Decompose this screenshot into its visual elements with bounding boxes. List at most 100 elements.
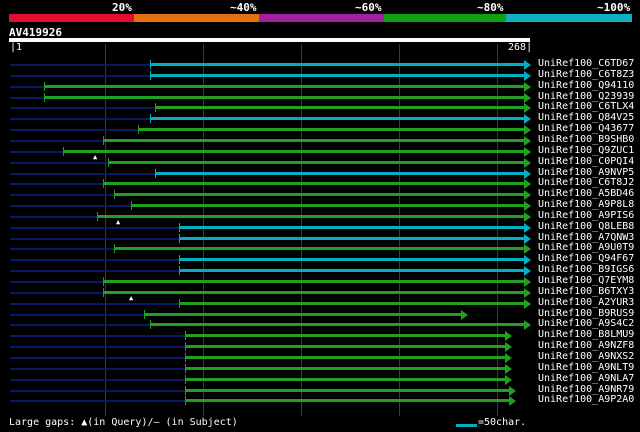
query-gap-marker: ▲ [116, 218, 121, 226]
hit-name[interactable]: UniRef100_C6TLX4 [538, 101, 634, 112]
alignment-start-tick [155, 169, 156, 178]
hit-name[interactable]: UniRef100_B6TXY3 [538, 286, 634, 297]
hit-name[interactable]: UniRef100_B8LMU9 [538, 329, 634, 340]
blast-hit-overview: 20% ~40% ~60% ~80% ~100% AV419926 |1 268| Un… [0, 0, 640, 432]
alignment-segment [185, 378, 506, 381]
alignment-start-tick [44, 93, 45, 102]
alignment-segment [108, 161, 525, 164]
hit-name[interactable]: UniRef100_Q7EYM8 [538, 275, 634, 286]
hit-name[interactable]: UniRef100_Q8LEB8 [538, 221, 634, 232]
alignment-end-arrow [524, 266, 531, 276]
scale-label: 20% [112, 1, 132, 14]
unaligned-segment [10, 162, 108, 164]
alignment-end-arrow [524, 255, 531, 265]
unaligned-segment [10, 227, 179, 229]
hit-name[interactable]: UniRef100_B9IGS6 [538, 264, 634, 275]
alignment-end-arrow [509, 396, 516, 406]
hit-name[interactable]: UniRef100_Q94110 [538, 80, 634, 91]
alignment-end-arrow [524, 179, 531, 189]
alignment-start-tick [114, 244, 115, 253]
alignment-segment [103, 182, 525, 185]
alignment-segment [150, 63, 525, 66]
hit-name[interactable]: UniRef100_C6T8Z3 [538, 69, 634, 80]
scale-label: ~80% [477, 1, 504, 14]
hit-name[interactable]: UniRef100_C6TD67 [538, 58, 634, 69]
alignment-segment [144, 313, 462, 316]
alignment-start-tick [103, 277, 104, 286]
alignment-start-tick [179, 234, 180, 243]
unaligned-segment [10, 292, 103, 294]
hit-name[interactable]: UniRef100_A9S4C2 [538, 318, 634, 329]
scale-segment [506, 14, 632, 22]
hit-name[interactable]: UniRef100_Q43677 [538, 123, 634, 134]
alignment-end-arrow [524, 212, 531, 222]
query-bar [9, 38, 530, 42]
unaligned-segment [10, 238, 179, 240]
alignment-end-arrow [524, 244, 531, 254]
alignment-segment [150, 323, 525, 326]
alignment-segment [185, 334, 506, 337]
unaligned-segment [10, 151, 63, 153]
hit-name[interactable]: UniRef100_B9SHB0 [538, 134, 634, 145]
alignment-segment [138, 128, 525, 131]
alignment-start-tick [185, 342, 186, 351]
hit-name[interactable]: UniRef100_A9U0T9 [538, 242, 634, 253]
hit-name[interactable]: UniRef100_C6T8J2 [538, 177, 634, 188]
alignment-end-arrow [524, 158, 531, 168]
unaligned-segment [10, 216, 97, 218]
hit-name[interactable]: UniRef100_Q9ZUC1 [538, 145, 634, 156]
unaligned-segment [10, 390, 185, 392]
alignment-start-tick [114, 190, 115, 199]
hit-name[interactable]: UniRef100_A5BD46 [538, 188, 634, 199]
hit-name[interactable]: UniRef100_C0PQI4 [538, 156, 634, 167]
alignment-end-arrow [509, 386, 516, 396]
unaligned-segment [10, 357, 185, 359]
alignment-segment [185, 367, 506, 370]
alignment-start-tick [150, 60, 151, 69]
alignment-end-arrow [524, 136, 531, 146]
unaligned-segment [10, 205, 131, 207]
alignment-end-arrow [524, 223, 531, 233]
alignment-end-arrow [524, 147, 531, 157]
hit-name[interactable]: UniRef100_Q94F67 [538, 253, 634, 264]
unaligned-segment [10, 173, 155, 175]
alignment-end-arrow [524, 288, 531, 298]
alignment-segment [131, 204, 525, 207]
unaligned-segment [10, 86, 44, 88]
alignment-segment [114, 247, 525, 250]
gap-legend: Large gaps: ▲(in Query)/– (in Subject) [9, 417, 238, 428]
unaligned-segment [10, 97, 44, 99]
grid-line [203, 44, 204, 416]
unaligned-segment [10, 64, 150, 66]
alignment-start-tick [185, 396, 186, 405]
alignment-start-tick [138, 125, 139, 134]
alignment-start-tick [103, 288, 104, 297]
hit-name[interactable]: UniRef100_A2YUR3 [538, 297, 634, 308]
unaligned-segment [10, 183, 103, 185]
hit-name[interactable]: UniRef100_A9P2A0 [538, 394, 634, 405]
hit-name[interactable]: UniRef100_A9PIS6 [538, 210, 634, 221]
hit-name[interactable]: UniRef100_A9P8L8 [538, 199, 634, 210]
alignment-segment [155, 172, 525, 175]
alignment-segment [179, 269, 525, 272]
alignment-segment [103, 139, 525, 142]
query-gap-marker: ▲ [129, 294, 134, 302]
alignment-segment [185, 345, 506, 348]
hit-name[interactable]: UniRef100_Q84V25 [538, 112, 634, 123]
alignment-end-arrow [524, 60, 531, 70]
unaligned-segment [10, 129, 138, 131]
alignment-start-tick [103, 179, 104, 188]
alignment-segment [185, 389, 510, 392]
hit-name[interactable]: UniRef100_A9NXS2 [538, 351, 634, 362]
query-gap-marker: ▲ [93, 153, 98, 161]
alignment-start-tick [150, 71, 151, 80]
alignment-end-arrow [524, 125, 531, 135]
alignment-start-tick [108, 158, 109, 167]
hit-name[interactable]: UniRef100_A9NZF8 [538, 340, 634, 351]
alignment-start-tick [179, 223, 180, 232]
alignment-end-arrow [524, 299, 531, 309]
unaligned-segment [10, 270, 179, 272]
hit-name[interactable]: UniRef100_A9NLA7 [538, 373, 634, 384]
hit-name[interactable]: UniRef100_A9NLT9 [538, 362, 634, 373]
alignment-start-tick [185, 364, 186, 373]
